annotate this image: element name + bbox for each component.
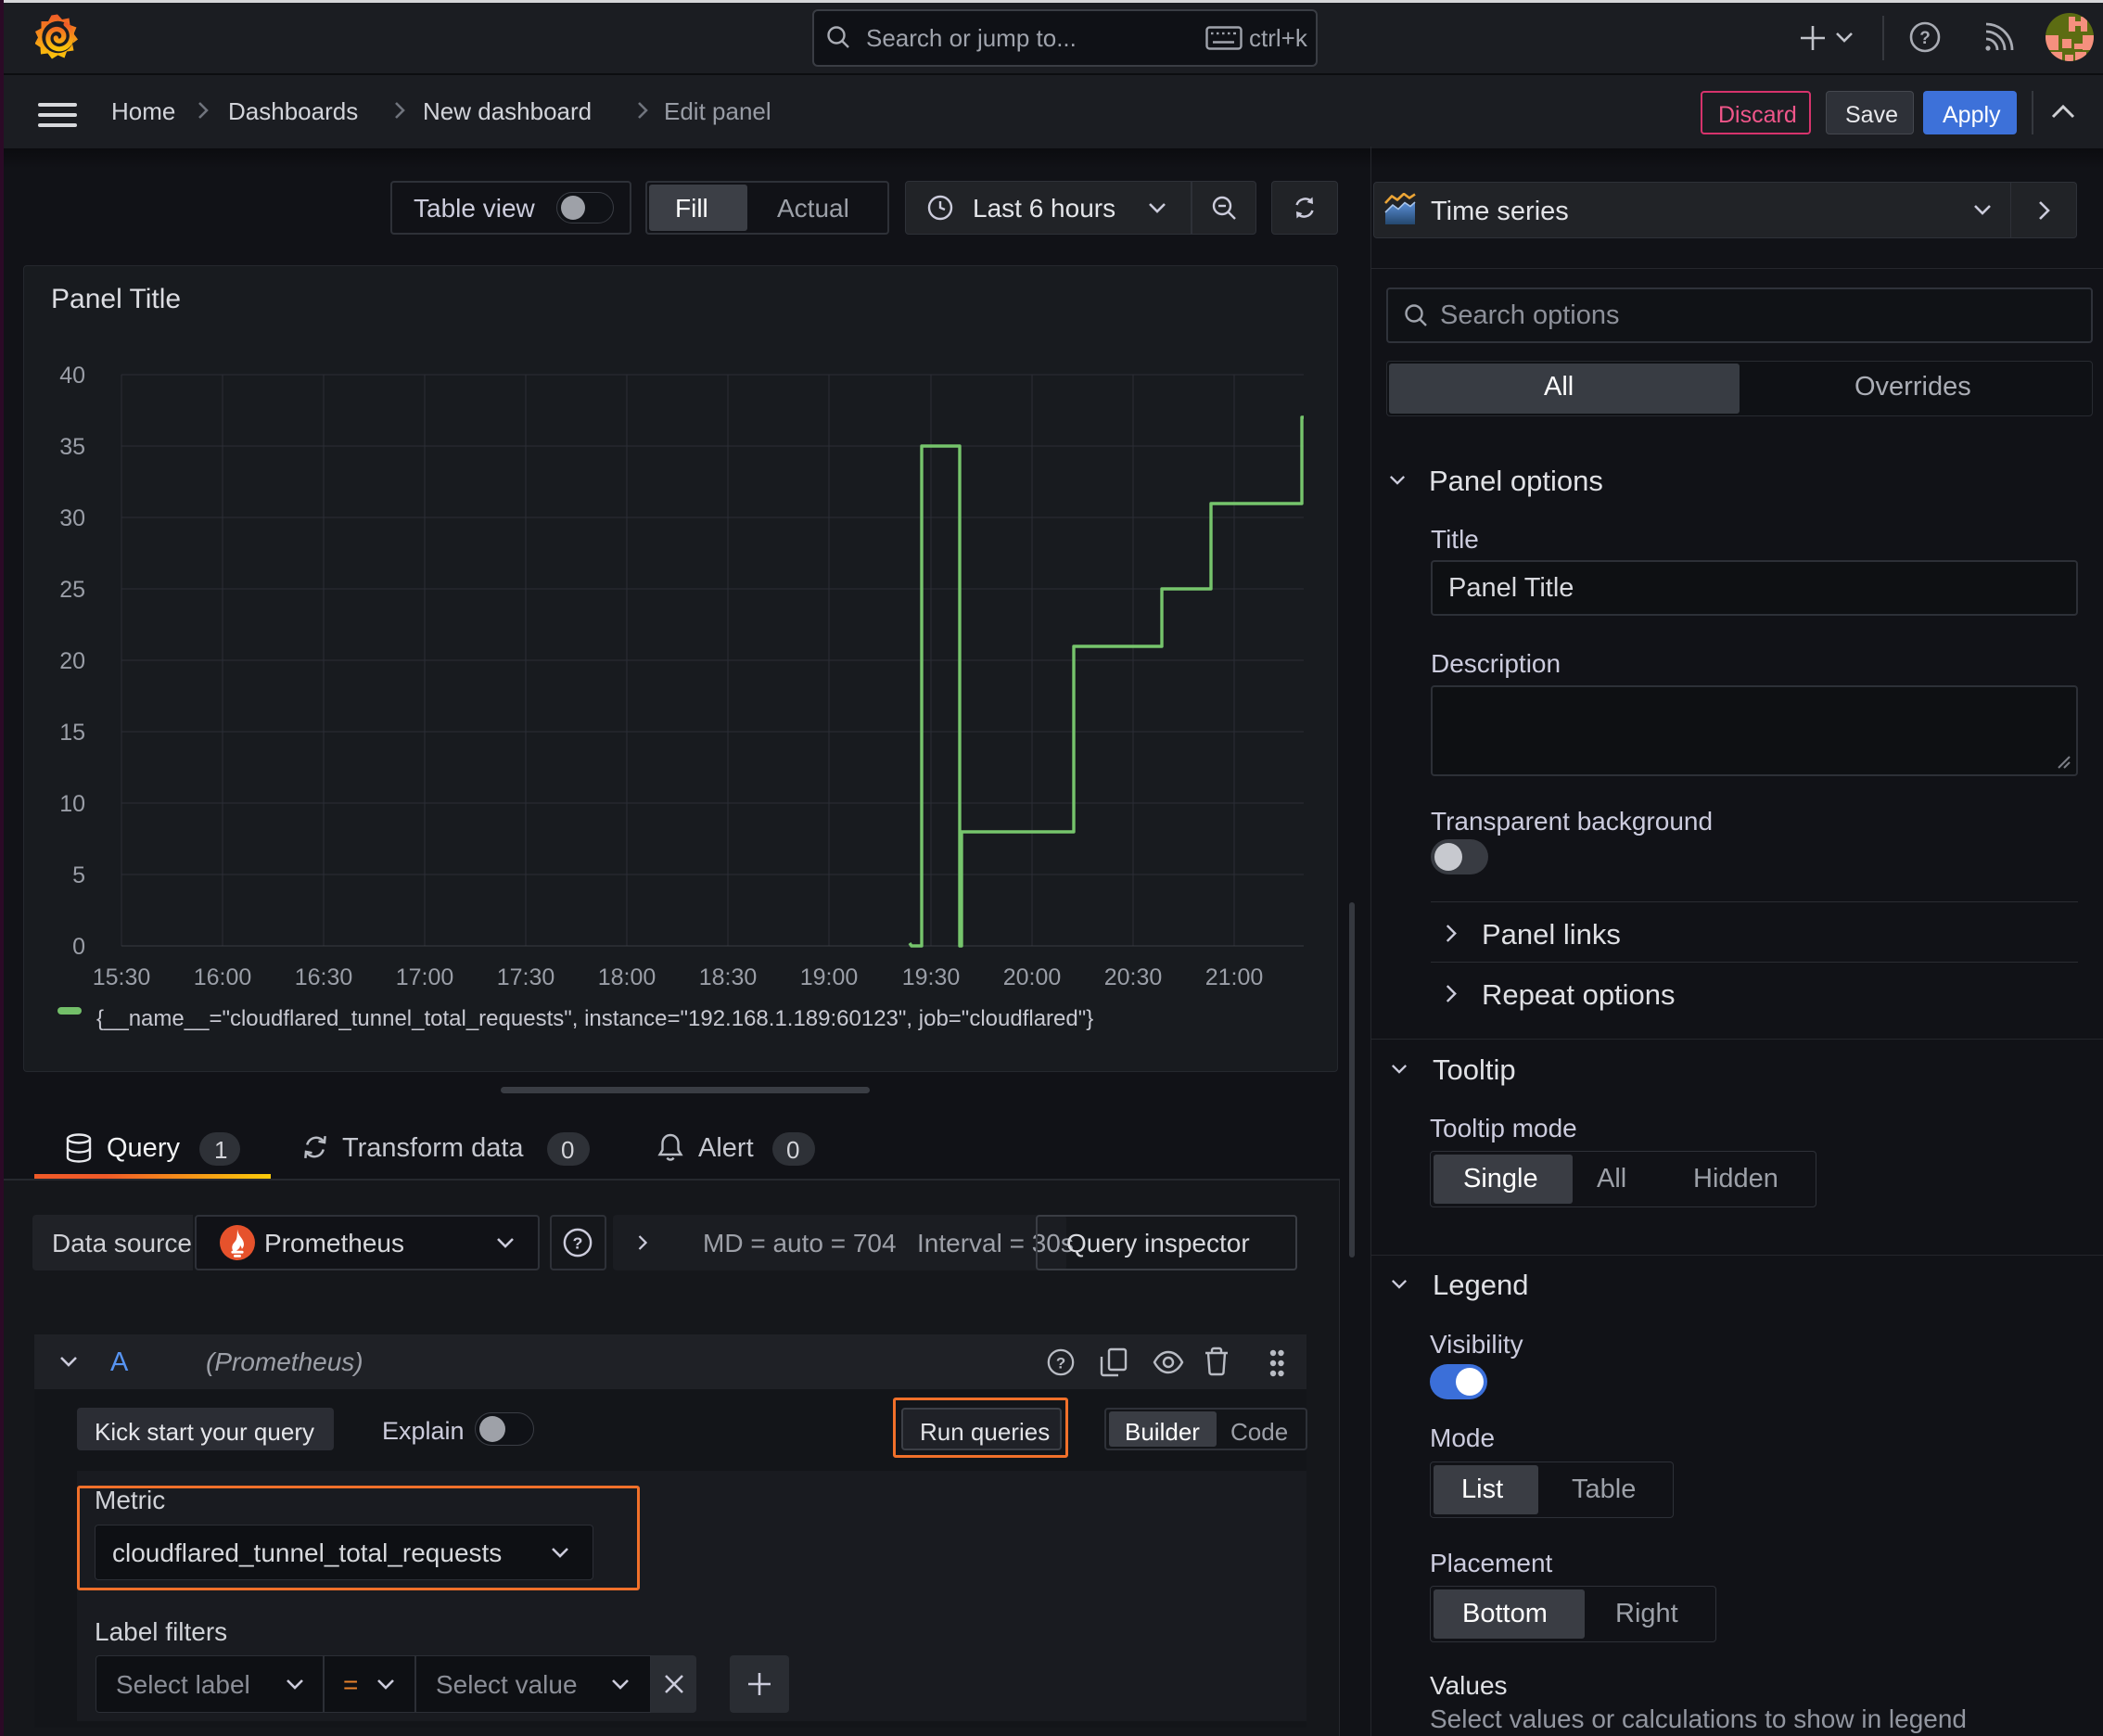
- svg-text:19:30: 19:30: [902, 964, 961, 990]
- svg-text:40: 40: [59, 363, 85, 389]
- svg-text:19:00: 19:00: [800, 964, 859, 990]
- svg-text:30: 30: [59, 505, 85, 531]
- svg-text:16:30: 16:30: [295, 964, 353, 990]
- svg-text:10: 10: [59, 791, 85, 817]
- svg-text:{__name__="cloudflared_tunnel_: {__name__="cloudflared_tunnel_total_requ…: [96, 1006, 1093, 1031]
- svg-text:17:00: 17:00: [396, 964, 454, 990]
- svg-text:25: 25: [59, 577, 85, 603]
- svg-text:35: 35: [59, 434, 85, 460]
- svg-text:18:30: 18:30: [699, 964, 758, 990]
- svg-text:15: 15: [59, 720, 85, 746]
- svg-text:20: 20: [59, 648, 85, 674]
- svg-text:17:30: 17:30: [497, 964, 555, 990]
- svg-text:?: ?: [1056, 1355, 1065, 1372]
- svg-text:15:30: 15:30: [93, 964, 151, 990]
- svg-text:?: ?: [573, 1234, 583, 1253]
- svg-text:16:00: 16:00: [194, 964, 252, 990]
- svg-text:5: 5: [72, 862, 85, 888]
- svg-text:18:00: 18:00: [598, 964, 656, 990]
- svg-text:21:00: 21:00: [1205, 964, 1264, 990]
- svg-text:0: 0: [72, 934, 85, 960]
- svg-text:20:30: 20:30: [1104, 964, 1163, 990]
- svg-text:20:00: 20:00: [1003, 964, 1062, 990]
- svg-text:?: ?: [1919, 29, 1931, 48]
